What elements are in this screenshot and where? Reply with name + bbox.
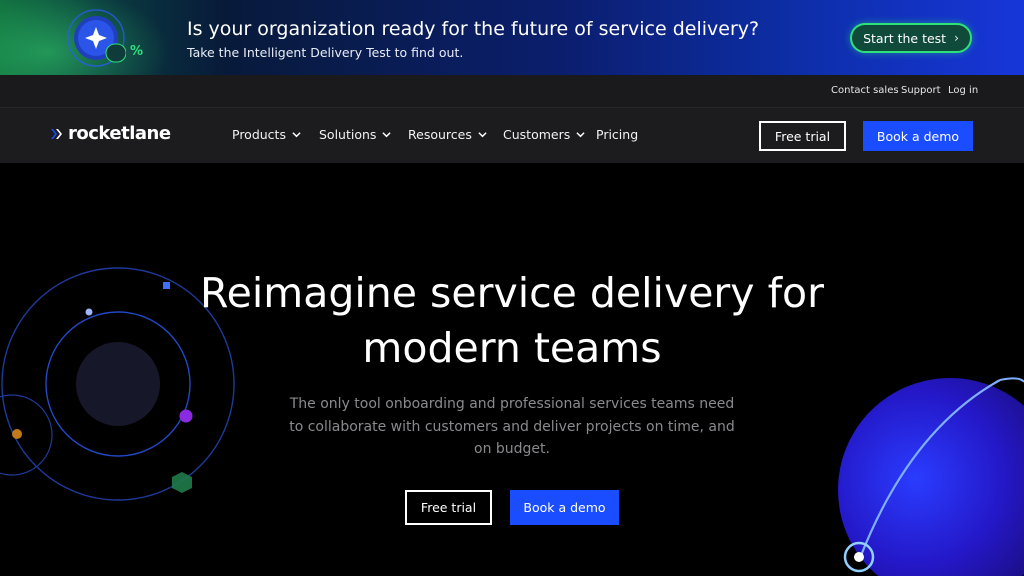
nav-item-label: Products	[232, 127, 286, 142]
hero-subtitle: The only tool onboarding and professiona…	[289, 396, 735, 457]
hero-free-trial-button[interactable]: Free trial	[405, 490, 492, 525]
support-link[interactable]: Support	[901, 85, 941, 96]
hero-title-line-1: Reimagine service delivery for	[200, 269, 824, 317]
promo-subtitle: Take the Intelligent Delivery Test to fi…	[187, 45, 464, 60]
utility-bar: Contact sales Support Log in	[0, 75, 1024, 107]
main-nav: rocketlane Products Solutions Resources …	[0, 107, 1024, 163]
sparkle-badge-icon	[67, 9, 126, 67]
book-demo-button[interactable]: Book a demo	[863, 121, 973, 151]
chevron-down-icon	[292, 132, 301, 138]
contact-sales-link[interactable]: Contact sales	[831, 85, 899, 96]
nav-item-solutions[interactable]: Solutions	[319, 127, 392, 142]
hero-title-line-2: modern teams	[362, 324, 662, 372]
chevron-down-icon	[382, 132, 392, 138]
logo-text: rocketlane	[68, 123, 171, 144]
nav-item-label: Resources	[408, 127, 472, 142]
nav-item-products[interactable]: Products	[232, 127, 301, 142]
hero-book-demo-button[interactable]: Book a demo	[510, 490, 619, 525]
chevron-down-icon	[576, 132, 585, 138]
chevron-right-icon: ›	[954, 31, 959, 45]
nav-item-label: Pricing	[596, 127, 639, 142]
nav-item-label: Customers	[503, 127, 571, 142]
hero-title: Reimagine service delivery for modern te…	[0, 266, 1024, 376]
percent-badge: %	[130, 44, 144, 59]
logo-chevrons-icon	[51, 128, 62, 139]
nav-item-customers[interactable]: Customers	[503, 127, 585, 142]
nav-item-resources[interactable]: Resources	[408, 127, 487, 142]
nav-item-pricing[interactable]: Pricing	[596, 127, 638, 142]
rocketlane-logo[interactable]: rocketlane	[50, 123, 171, 144]
start-test-button[interactable]: Start the test ›	[850, 23, 972, 53]
planet-decoration-right	[838, 377, 1024, 576]
chevron-down-icon	[478, 132, 487, 138]
free-trial-button[interactable]: Free trial	[759, 121, 846, 151]
start-test-label: Start the test	[863, 30, 947, 46]
nav-item-label: Solutions	[319, 127, 377, 142]
log-in-link[interactable]: Log in	[948, 85, 978, 96]
promo-title: Is your organization ready for the futur…	[187, 18, 760, 40]
promo-banner: % Is your organization ready for the fut…	[0, 0, 1024, 75]
